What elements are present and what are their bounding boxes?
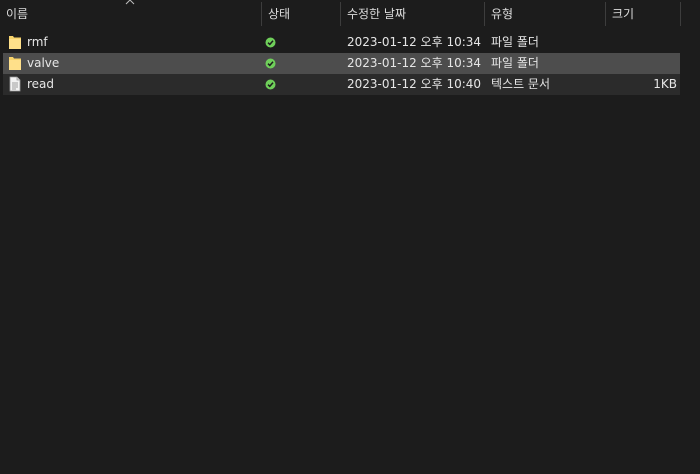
column-header-status[interactable]: 상태 xyxy=(262,0,340,28)
file-name: valve xyxy=(27,56,60,70)
column-header-name-label: 이름 xyxy=(6,7,29,21)
column-divider[interactable] xyxy=(680,2,681,26)
folder-icon xyxy=(9,36,21,49)
column-header-size[interactable]: 크기 xyxy=(606,0,681,28)
file-modified: 2023-01-12 오후 10:34 xyxy=(347,56,482,70)
sync-ok-icon xyxy=(265,37,276,48)
file-type: 파일 폴더 xyxy=(491,56,539,70)
file-modified: 2023-01-12 오후 10:40 xyxy=(347,77,482,91)
column-header-size-label: 크기 xyxy=(612,7,635,21)
column-header-modified-label: 수정한 날짜 xyxy=(347,7,407,21)
file-modified: 2023-01-12 오후 10:34 xyxy=(347,35,482,49)
file-row-rmf[interactable]: rmf 2023-01-12 오후 10:34 파일 폴더 xyxy=(3,32,680,53)
file-name: read xyxy=(27,77,55,91)
column-header-status-label: 상태 xyxy=(268,7,291,21)
file-name: rmf xyxy=(27,35,48,49)
sync-ok-icon xyxy=(265,79,276,90)
column-header-type-label: 유형 xyxy=(491,7,514,21)
folder-icon xyxy=(9,57,21,70)
text-document-icon xyxy=(9,76,21,92)
file-type: 파일 폴더 xyxy=(491,35,539,49)
file-type: 텍스트 문서 xyxy=(491,77,551,91)
file-size: 1KB xyxy=(653,77,677,91)
file-row-read[interactable]: read 2023-01-12 오후 10:40 텍스트 문서 1KB xyxy=(3,74,680,95)
file-explorer-details-view: 이름 상태 수정한 날짜 유형 크기 rmf 2023-01-12 오후 10:… xyxy=(0,0,700,474)
file-row-valve[interactable]: valve 2023-01-12 오후 10:34 파일 폴더 xyxy=(3,53,680,74)
sync-ok-icon xyxy=(265,58,276,69)
column-header-modified[interactable]: 수정한 날짜 xyxy=(341,0,484,28)
column-header-bar: 이름 상태 수정한 날짜 유형 크기 xyxy=(0,0,700,28)
column-header-type[interactable]: 유형 xyxy=(485,0,605,28)
chevron-up-icon xyxy=(125,0,135,5)
